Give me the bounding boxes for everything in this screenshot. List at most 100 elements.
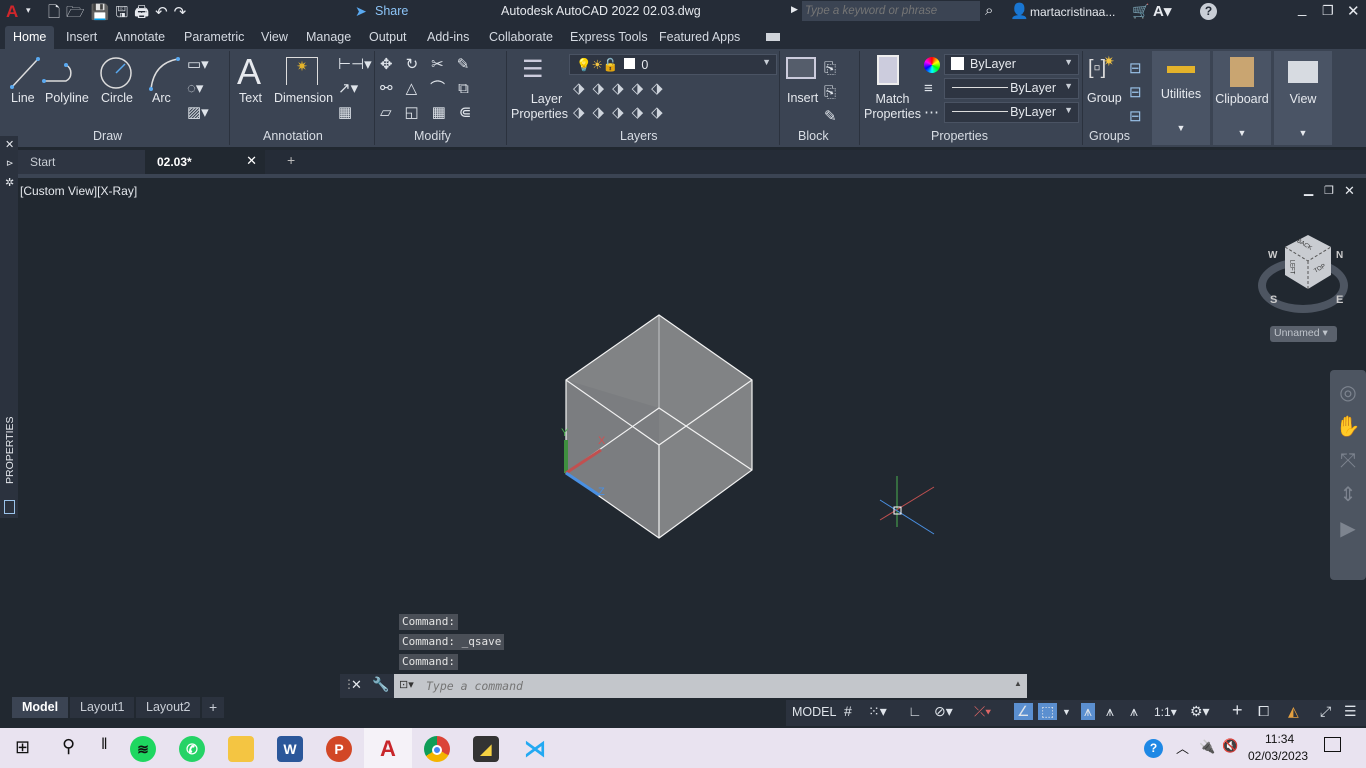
search-taskbar-icon[interactable]: ⚲	[62, 736, 75, 757]
close-tab-icon[interactable]: ✕	[246, 153, 257, 169]
autohide-icon[interactable]: ⊳	[6, 158, 14, 169]
draw-panel-label[interactable]: Draw	[93, 129, 122, 143]
color-dropdown[interactable]: ByLayer ▼	[944, 54, 1079, 75]
block-panel-label[interactable]: Block	[798, 129, 829, 143]
linetype-dropdown[interactable]: ByLayer ▼	[944, 102, 1079, 123]
share-button[interactable]: Share	[375, 4, 408, 18]
powerpoint-icon[interactable]: P	[326, 736, 352, 762]
showmotion-icon[interactable]: ▶	[1330, 512, 1366, 546]
model-space-button[interactable]: MODEL	[792, 705, 836, 719]
tab-output[interactable]: Output	[369, 30, 407, 44]
tab-express-tools[interactable]: Express Tools	[570, 30, 648, 44]
tab-manage[interactable]: Manage	[306, 30, 351, 44]
properties-palette-icon[interactable]	[4, 500, 15, 514]
annotation-monitor-icon[interactable]: +	[1232, 700, 1243, 721]
workspace-gear-icon[interactable]: ⚙▾	[1190, 703, 1210, 720]
user-name[interactable]: martacristinaa...	[1030, 5, 1115, 19]
help-icon[interactable]: ?	[1200, 3, 1217, 20]
autocad-taskbar-icon[interactable]: A	[375, 736, 401, 762]
match-properties-icon[interactable]	[877, 55, 899, 85]
line-tool[interactable]: Line	[11, 91, 35, 105]
word-icon[interactable]: W	[277, 736, 303, 762]
drawing-viewport[interactable]: [Custom View][X-Ray] ▁ ❐ ✕ Y X Z BACK LE…	[18, 178, 1366, 697]
isodraft-icon[interactable]: ⤫▾	[974, 703, 991, 720]
file-tab-start[interactable]: Start	[18, 150, 145, 174]
notifications-icon[interactable]	[1324, 737, 1341, 752]
fullscreen-icon[interactable]: ⤢	[1320, 703, 1331, 720]
snap-icon[interactable]: ⁙▾	[868, 703, 887, 720]
graphics-performance-icon[interactable]: ◭	[1288, 703, 1299, 720]
rectangle-icon[interactable]: ▭▾	[187, 57, 209, 73]
text-tool[interactable]: Text	[239, 91, 262, 105]
ortho-icon[interactable]: ∟	[908, 703, 922, 719]
boundary-icon[interactable]: ▨▾	[187, 105, 209, 121]
properties-palette-tab[interactable]: PROPERTIES	[4, 417, 16, 485]
annotation-scale[interactable]: 1:1▾	[1154, 705, 1177, 719]
layout-tab-layout1[interactable]: Layout1	[70, 697, 135, 718]
show-hidden-icons[interactable]: ︿	[1176, 738, 1189, 757]
new-layout-button[interactable]: +	[202, 697, 225, 718]
volume-muted-icon[interactable]: 🔇	[1222, 738, 1238, 754]
command-input[interactable]	[426, 676, 1006, 696]
ribbon-minimize-button[interactable]	[766, 33, 780, 41]
sticky-notes-icon[interactable]: ◢	[473, 736, 499, 762]
steering-wheel-icon[interactable]: ◎	[1330, 376, 1366, 410]
spotify-icon[interactable]: ≋	[130, 736, 156, 762]
tab-home[interactable]: Home	[5, 26, 55, 49]
search-icon[interactable]: ⌕	[985, 2, 993, 19]
leader-icon[interactable]: ↗▾	[338, 81, 358, 97]
annotation-scale-icon[interactable]: ⩚	[1130, 703, 1138, 720]
minimize-button[interactable]: _	[1298, 0, 1306, 17]
tab-parametric[interactable]: Parametric	[184, 30, 244, 44]
clipboard-flyout[interactable]: Clipboard ▼	[1213, 51, 1271, 145]
clock-date[interactable]: 02/03/2023	[1248, 749, 1308, 763]
palette-settings-icon[interactable]: ✲	[5, 176, 14, 189]
app-menu-chevron-icon[interactable]: ▾	[26, 5, 31, 16]
task-view-icon[interactable]: ‖	[101, 736, 108, 754]
new-tab-button[interactable]: +	[275, 150, 307, 174]
layer-tools-row2[interactable]: ⬗⬗⬗⬗⬗	[573, 105, 671, 121]
groups-panel-label[interactable]: Groups	[1089, 129, 1130, 143]
file-tab-02-03[interactable]: 02.03* ✕	[145, 150, 265, 174]
tab-add-ins[interactable]: Add-ins	[427, 30, 469, 44]
compass-e[interactable]: E	[1336, 294, 1343, 306]
battery-icon[interactable]: 🔌	[1199, 739, 1215, 755]
osnap-dropdown[interactable]: ▼	[1062, 707, 1071, 717]
isolate-objects-icon[interactable]: ⧠	[1258, 703, 1269, 720]
annotation-panel-label[interactable]: Annotation	[263, 129, 323, 143]
group-tools[interactable]: ⊟ ⊟ ⊟	[1129, 57, 1142, 129]
tab-annotate[interactable]: Annotate	[115, 30, 165, 44]
layer-properties-tool[interactable]: Layer Properties	[511, 92, 568, 122]
layout-tab-layout2[interactable]: Layout2	[136, 697, 201, 718]
clock-time[interactable]: 11:34	[1265, 732, 1294, 746]
command-history-icon[interactable]: ⊡▾	[399, 678, 414, 691]
block-tools[interactable]: ⎘ ⎘ ✎	[824, 57, 837, 129]
layers-panel-label[interactable]: Layers	[620, 129, 658, 143]
start-button[interactable]: ⊞	[15, 737, 30, 758]
vscode-icon[interactable]: ⋊	[522, 736, 548, 762]
layer-tools-row1[interactable]: ⬗⬗⬗⬗⬗	[573, 81, 671, 97]
circle-tool[interactable]: Circle	[101, 91, 133, 105]
insert-block-icon[interactable]	[786, 57, 816, 79]
restore-button[interactable]: ❐	[1322, 3, 1334, 19]
file-explorer-icon[interactable]	[228, 736, 254, 762]
dimension-tool[interactable]: Dimension	[274, 91, 333, 105]
tab-collaborate[interactable]: Collaborate	[489, 30, 553, 44]
view-flyout[interactable]: View ▼	[1274, 51, 1332, 145]
viewcube-left[interactable]: LEFT	[1288, 260, 1294, 275]
compass-n[interactable]: N	[1336, 250, 1343, 261]
zoom-extents-icon[interactable]: ⤧	[1330, 444, 1366, 478]
chrome-icon[interactable]	[424, 736, 450, 762]
customization-menu-icon[interactable]: ☰	[1344, 703, 1357, 720]
utilities-flyout[interactable]: Utilities ▼	[1152, 51, 1210, 145]
layer-dropdown[interactable]: 💡☀🔓 0 ▼	[569, 54, 777, 75]
layer-properties-icon[interactable]: ☰	[522, 55, 544, 84]
tab-insert[interactable]: Insert	[66, 30, 97, 44]
annotation-visibility-icon[interactable]: ⩚	[1081, 703, 1095, 720]
linear-dimension-icon[interactable]: ⊢⊣▾	[338, 57, 372, 73]
help-tray-icon[interactable]: ?	[1144, 739, 1163, 758]
modify-panel-label[interactable]: Modify	[414, 129, 451, 143]
grid-icon[interactable]: #	[844, 703, 852, 719]
expand-history-icon[interactable]: ▲	[1014, 679, 1022, 688]
cart-icon[interactable]: 🛒	[1132, 3, 1149, 20]
